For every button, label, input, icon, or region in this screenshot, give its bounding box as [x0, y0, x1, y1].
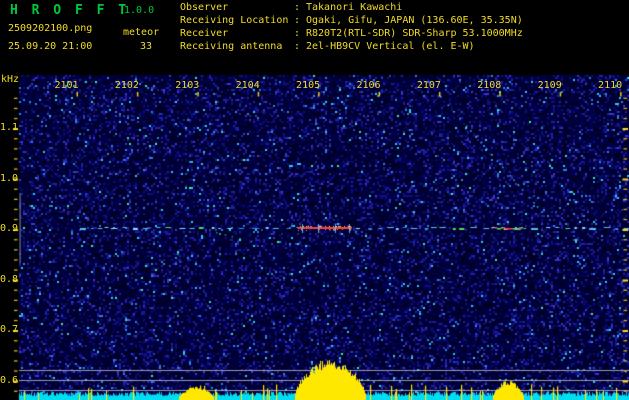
app-version: 1.0.0	[124, 5, 155, 16]
station-field-label: Receiving antenna	[180, 41, 283, 52]
output-filename: 2509202100.png	[8, 23, 93, 34]
station-field-label: Receiving Location	[180, 15, 289, 26]
station-field-value: 2el-HB9CV Vertical (el. E-W)	[306, 41, 475, 52]
freq-axis-label: 0.6	[0, 374, 19, 386]
time-axis-label: 2107	[416, 80, 441, 91]
observation-mode: meteor	[123, 27, 160, 38]
time-axis-label: 2102	[114, 80, 139, 91]
station-info: Observer: Takanori Kawachi Receiving Locat…	[180, 2, 523, 54]
station-field-value: Takanori Kawachi	[306, 2, 403, 13]
station-field-value: Ogaki, Gifu, JAPAN (136.60E, 35.35N)	[306, 15, 523, 26]
app-title: H R O F F T	[10, 3, 130, 18]
station-info-row: Receiver: R820T2(RTL-SDR) SDR-Sharp 53.10…	[180, 28, 523, 41]
observation-datetime: 25.09.20 21:00	[8, 41, 93, 52]
time-axis-label: 2109	[537, 80, 562, 91]
time-axis-label: 2110	[598, 80, 623, 91]
time-axis-label: 2108	[477, 80, 502, 91]
hrofft-window: H R O F F T 1.0.0 2509202100.png meteor …	[0, 0, 629, 400]
freq-axis-unit-label: kHz	[1, 74, 20, 85]
station-field-label: Receiver	[180, 28, 229, 39]
time-axis-label: 2104	[235, 80, 260, 91]
time-axis-label: 2105	[296, 80, 321, 91]
time-axis-label: 2106	[356, 80, 381, 91]
station-field-separator: :	[294, 2, 301, 13]
station-info-row: Observer: Takanori Kawachi	[180, 2, 523, 15]
station-field-separator: :	[294, 41, 301, 52]
time-axis-label: 2103	[175, 80, 200, 91]
echo-count: 33	[140, 41, 153, 52]
freq-axis-label: 0.7	[0, 324, 19, 335]
station-field-separator: :	[294, 28, 301, 39]
station-info-row: Receiving antenna:2el-HB9CV Vertical (el…	[180, 41, 523, 54]
freq-axis-label: 1.1	[0, 122, 19, 133]
time-axis-label: 2101	[54, 80, 79, 91]
station-field-separator: :	[294, 15, 301, 26]
freq-axis-label: 0.9	[0, 223, 19, 234]
freq-axis-label: 0.8	[0, 273, 19, 285]
station-field-value: R820T2(RTL-SDR) SDR-Sharp 53.1000MHz	[306, 28, 523, 39]
spectrogram-canvas	[0, 0, 629, 400]
station-info-row: Receiving Location: Ogaki, Gifu, JAPAN (1…	[180, 15, 523, 28]
freq-axis-label: 1.0	[0, 172, 19, 184]
station-field-label: Observer	[180, 2, 229, 13]
